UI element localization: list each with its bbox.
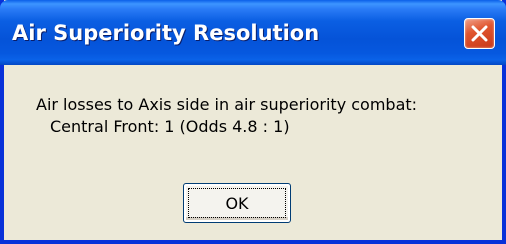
dialog-window: Air Superiority Resolution Air losses to…: [0, 0, 506, 244]
message-line-1: Air losses to Axis side in air superiori…: [36, 95, 418, 114]
close-button[interactable]: [464, 18, 495, 49]
close-icon: [471, 25, 488, 42]
message-line-2: Central Front: 1 (Odds 4.8 : 1): [50, 117, 290, 136]
ok-button[interactable]: OK: [183, 183, 291, 223]
title-bar[interactable]: Air Superiority Resolution: [0, 0, 506, 65]
ok-button-label: OK: [225, 193, 249, 213]
window-title: Air Superiority Resolution: [12, 21, 320, 45]
dialog-body: Air losses to Axis side in air superiori…: [4, 65, 502, 240]
